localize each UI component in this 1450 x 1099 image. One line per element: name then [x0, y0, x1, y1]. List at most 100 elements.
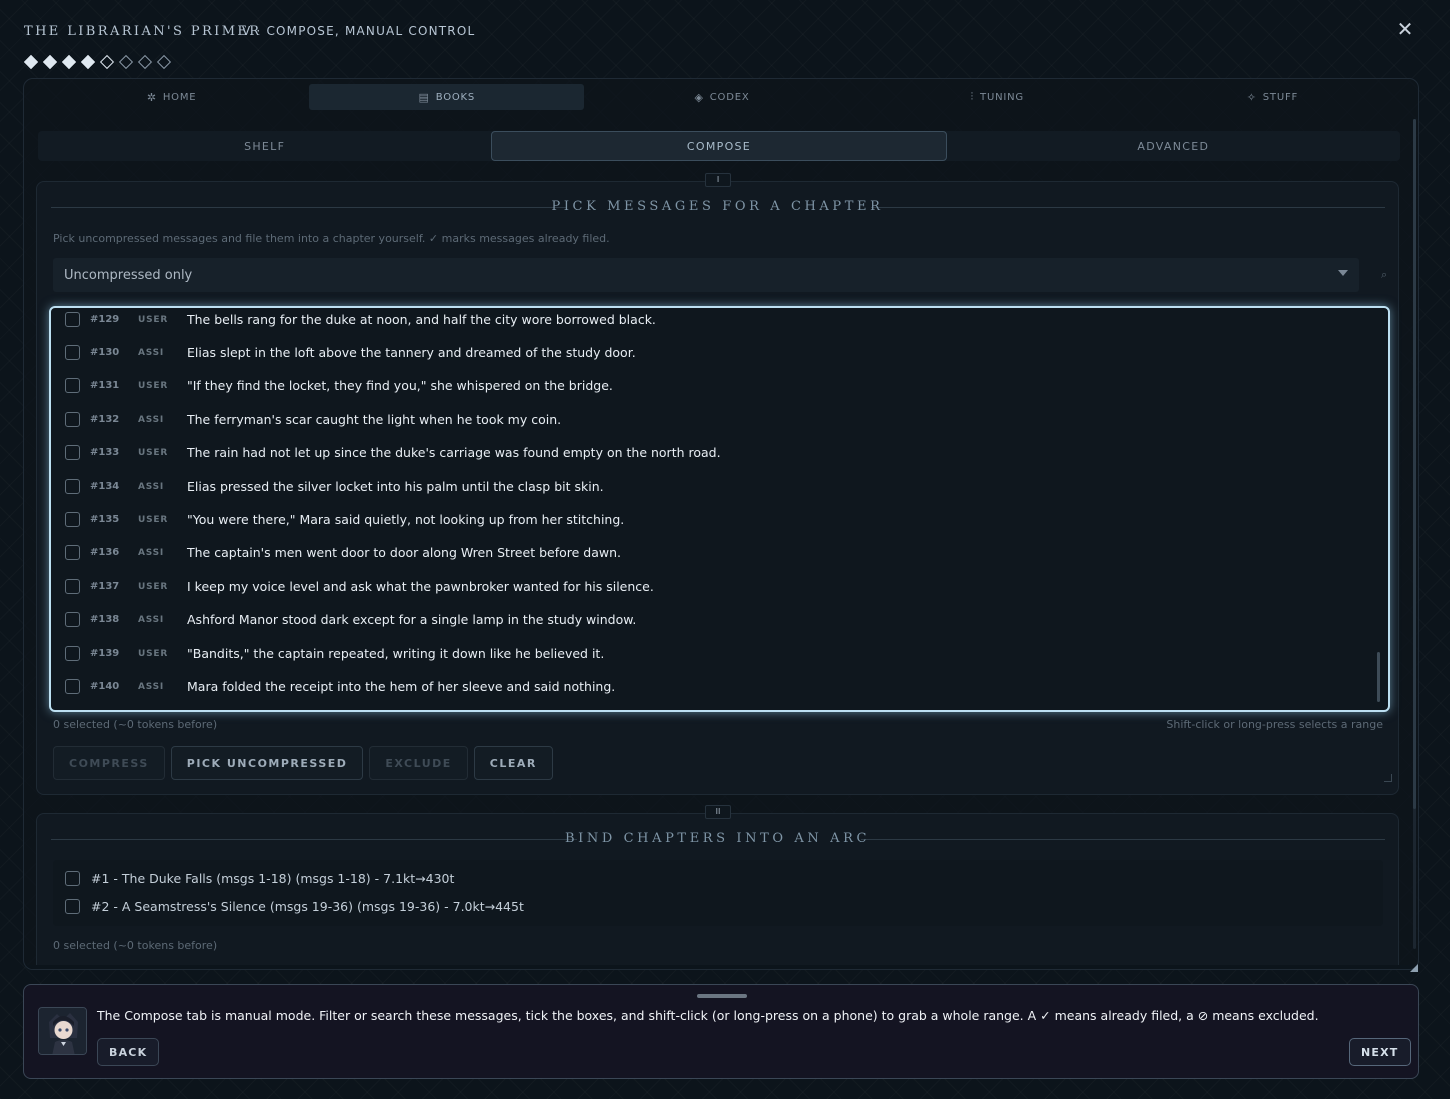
exclude-button[interactable]: EXCLUDE: [369, 746, 468, 780]
message-list[interactable]: #129 USER The bells rang for the duke at…: [49, 306, 1390, 712]
message-text: "If they find the locket, they find you,…: [187, 378, 613, 393]
pick-uncompressed-button[interactable]: PICK UNCOMPRESSED: [170, 746, 364, 780]
search-icon[interactable]: ⌕: [1381, 268, 1387, 282]
section-number: II: [705, 805, 731, 819]
list-item[interactable]: #139 USER "Bandits," the captain repeate…: [51, 637, 1371, 670]
chapter-label: #2 - A Seamstress's Silence (msgs 19-36)…: [91, 898, 524, 914]
message-text: The rain had not let up since the duke's…: [187, 445, 721, 460]
librarian-avatar-icon: [39, 1008, 86, 1054]
close-icon[interactable]: ✕: [1394, 18, 1416, 40]
message-checkbox[interactable]: [65, 512, 80, 527]
filter-select[interactable]: Uncompressed only: [53, 258, 1359, 292]
book-icon: ▤: [418, 90, 430, 104]
subtab-compose[interactable]: COMPOSE: [491, 131, 947, 161]
message-text: The captain's men went door to door alon…: [187, 545, 621, 560]
message-checkbox[interactable]: [65, 579, 80, 594]
list-item[interactable]: #135 USER "You were there," Mara said qu…: [51, 503, 1371, 536]
list-item[interactable]: #129 USER The bells rang for the duke at…: [51, 308, 1371, 336]
list-item[interactable]: #133 USER The rain had not let up since …: [51, 436, 1371, 469]
clear-button[interactable]: CLEAR: [473, 746, 553, 780]
list-item[interactable]: #2 - A Seamstress's Silence (msgs 19-36)…: [65, 894, 524, 918]
chapter-checkbox[interactable]: [65, 898, 80, 914]
message-checkbox[interactable]: [65, 345, 80, 360]
list-item[interactable]: #140 ASSI Mara folded the receipt into t…: [51, 670, 1371, 703]
tab-label: CODEX: [709, 91, 750, 103]
tab-stuff[interactable]: ✧ STUFF: [1135, 84, 1410, 110]
message-role: USER: [138, 447, 169, 458]
list-item[interactable]: #138 ASSI Ashford Manor stood dark excep…: [51, 603, 1371, 636]
message-number: #130: [90, 347, 120, 358]
compose-card: I PICK MESSAGES FOR A CHAPTER Pick uncom…: [36, 173, 1399, 795]
message-text: I keep my voice level and ask what the p…: [187, 579, 654, 594]
list-item[interactable]: #137 USER I keep my voice level and ask …: [51, 570, 1371, 603]
list-item[interactable]: #131 USER "If they find the locket, they…: [51, 369, 1371, 402]
message-number: #129: [90, 314, 120, 325]
sub-tabs: SHELF COMPOSE ADVANCED: [38, 131, 1400, 161]
panel-scrollbar-thumb[interactable]: [1413, 119, 1416, 809]
message-text: "Bandits," the captain repeated, writing…: [187, 646, 605, 661]
subtab-advanced[interactable]: ADVANCED: [947, 131, 1400, 161]
resize-grip-icon[interactable]: [1410, 964, 1418, 972]
tab-codex[interactable]: ◈ CODEX: [584, 84, 859, 110]
list-item[interactable]: #134 ASSI Elias pressed the silver locke…: [51, 470, 1371, 503]
diamond-icon: ◈: [694, 90, 704, 104]
progress-step: [80, 54, 96, 70]
progress-step: [118, 54, 134, 70]
message-checkbox[interactable]: [65, 378, 80, 393]
progress-step-current: [99, 54, 115, 70]
list-item[interactable]: #130 ASSI Elias slept in the loft above …: [51, 336, 1371, 369]
message-checkbox[interactable]: [65, 545, 80, 560]
section-heading: PICK MESSAGES FOR A CHAPTER: [551, 199, 884, 214]
list-item[interactable]: #1 - The Duke Falls (msgs 1-18) (msgs 1-…: [65, 866, 454, 890]
filter-value: Uncompressed only: [64, 267, 193, 283]
section-heading: BIND CHAPTERS INTO AN ARC: [564, 831, 870, 846]
message-text: Elias slept in the loft above the tanner…: [187, 345, 636, 360]
progress-step: [61, 54, 77, 70]
message-checkbox[interactable]: [65, 412, 80, 427]
message-role: ASSI: [138, 614, 165, 625]
message-checkbox[interactable]: [65, 312, 80, 327]
message-checkbox[interactable]: [65, 679, 80, 694]
message-number: #133: [90, 447, 120, 458]
list-item[interactable]: #136 ASSI The captain's men went door to…: [51, 536, 1371, 569]
message-number: #136: [90, 547, 120, 558]
next-button[interactable]: NEXT: [1349, 1038, 1411, 1066]
message-checkbox[interactable]: [65, 612, 80, 627]
progress-step: [156, 54, 172, 70]
selection-count: 0 selected (~0 tokens before): [53, 718, 218, 731]
sliders-icon: ⫶: [970, 90, 975, 103]
message-number: #135: [90, 514, 120, 525]
message-text: The bells rang for the duke at noon, and…: [187, 312, 656, 327]
tab-tuning[interactable]: ⫶ TUNING: [860, 84, 1135, 110]
compress-button[interactable]: COMPRESS: [53, 746, 165, 780]
message-checkbox[interactable]: [65, 646, 80, 661]
message-checkbox[interactable]: [65, 445, 80, 460]
tab-label: BOOKS: [435, 91, 476, 103]
subtab-shelf[interactable]: SHELF: [38, 131, 491, 161]
message-number: #134: [90, 481, 120, 492]
message-text: The ferryman's scar caught the light whe…: [187, 412, 562, 427]
message-role: ASSI: [138, 414, 165, 425]
message-role: USER: [138, 581, 169, 592]
list-item[interactable]: #132 ASSI The ferryman's scar caught the…: [51, 403, 1371, 436]
message-role: USER: [138, 514, 169, 525]
action-buttons: COMPRESS PICK UNCOMPRESSED EXCLUDE CLEAR: [53, 746, 553, 780]
message-text: "You were there," Mara said quietly, not…: [187, 512, 625, 527]
tab-books[interactable]: ▤ BOOKS: [309, 84, 585, 110]
message-role: ASSI: [138, 481, 165, 492]
message-number: #138: [90, 614, 120, 625]
selection-count: 0 selected (~0 tokens before): [53, 939, 218, 952]
tab-label: HOME: [162, 91, 197, 103]
message-checkbox[interactable]: [65, 479, 80, 494]
chapter-list: #1 - The Duke Falls (msgs 1-18) (msgs 1-…: [53, 860, 1383, 926]
tab-label: STUFF: [1262, 91, 1299, 103]
chapter-checkbox[interactable]: [65, 870, 80, 886]
message-role: ASSI: [138, 547, 165, 558]
drag-handle[interactable]: [697, 994, 747, 998]
message-text: Ashford Manor stood dark except for a si…: [187, 612, 637, 627]
tab-home[interactable]: ✲ HOME: [34, 84, 309, 110]
step-title: V · COMPOSE, MANUAL CONTROL: [242, 24, 476, 38]
message-number: #132: [90, 414, 120, 425]
back-button[interactable]: BACK: [97, 1038, 160, 1066]
list-scrollbar[interactable]: [1377, 652, 1380, 702]
